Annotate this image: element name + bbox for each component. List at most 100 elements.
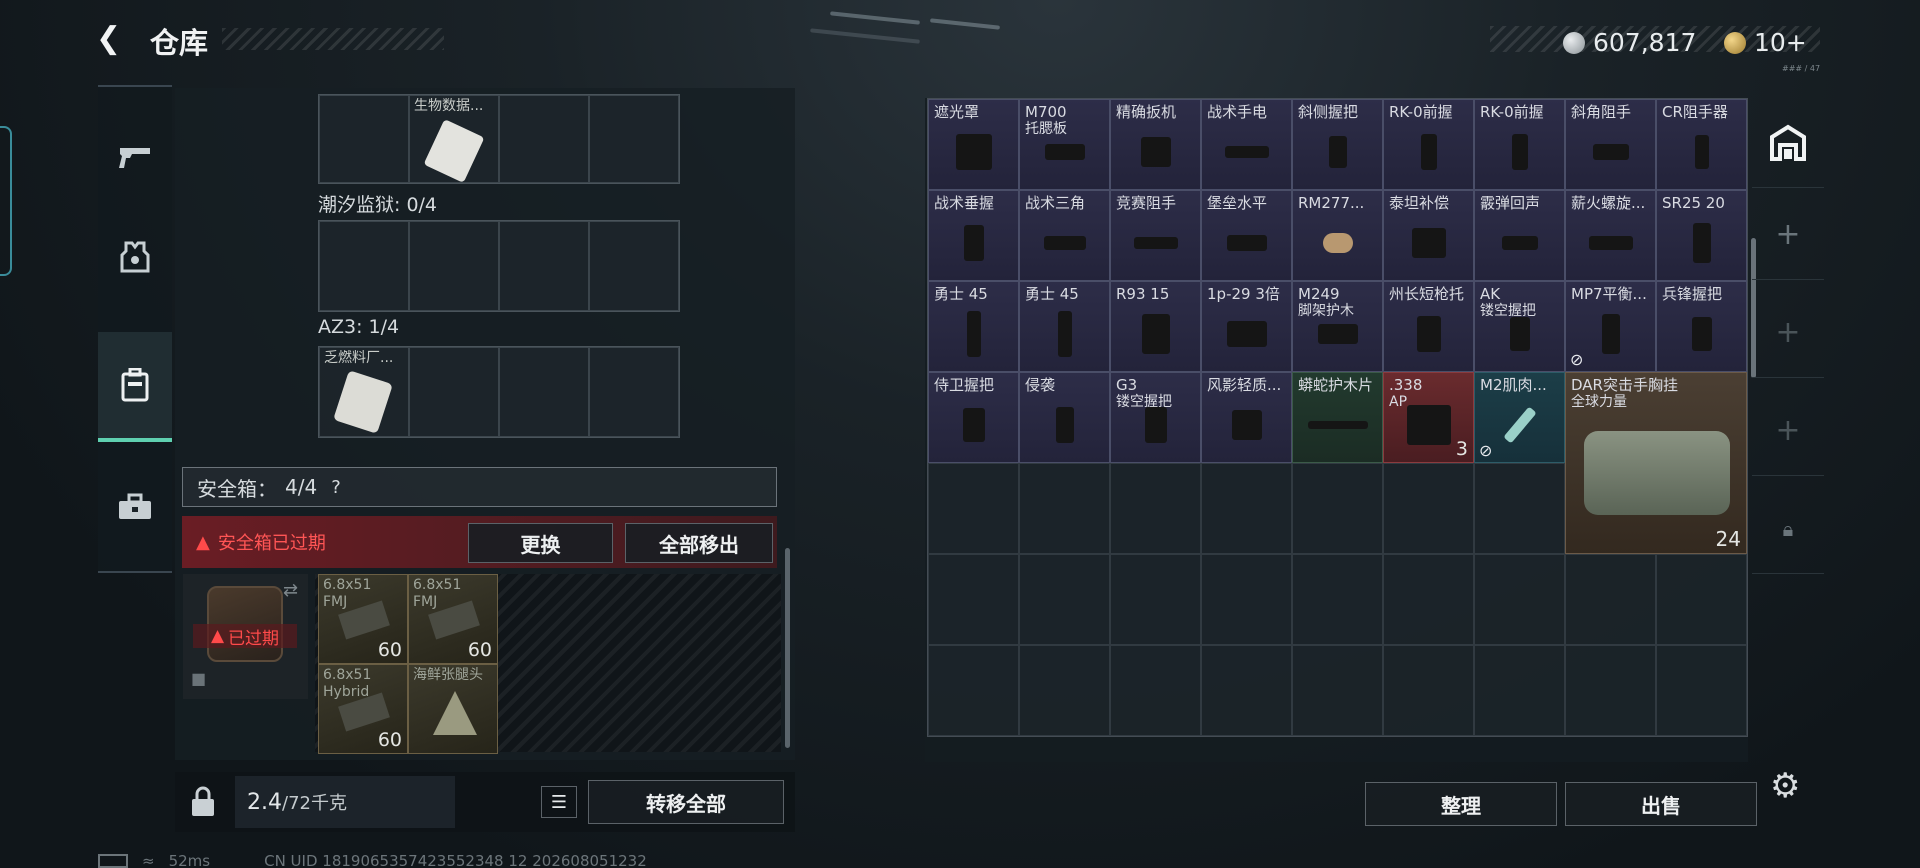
inventory-item[interactable]: AK 镂空握把 [1474, 281, 1565, 372]
inventory-cell[interactable] [1292, 463, 1383, 554]
inventory-item[interactable]: 蟒蛇护木片 [1292, 372, 1383, 463]
transfer-all-button[interactable]: 转移全部 [588, 780, 784, 824]
inventory-cell[interactable] [1019, 645, 1110, 736]
inventory-item[interactable]: 精确扳机 [1110, 99, 1201, 190]
inventory-item[interactable]: RK-0前握 [1383, 99, 1474, 190]
grid-cell[interactable] [589, 347, 679, 437]
nav-container[interactable] [98, 332, 172, 442]
grid-cell[interactable] [499, 221, 589, 311]
grid-cell[interactable] [319, 95, 409, 183]
inventory-cell[interactable] [1383, 645, 1474, 736]
inventory-item[interactable]: 战术三角 [1019, 190, 1110, 281]
grid-cell[interactable] [499, 347, 589, 437]
inventory-item[interactable]: 侍卫握把 [928, 372, 1019, 463]
add-tab-button[interactable]: + [1752, 288, 1824, 378]
inventory-item[interactable]: 霰弹回声 [1474, 190, 1565, 281]
settings-gear-icon[interactable]: ⚙ [1770, 766, 1800, 806]
inventory-cell[interactable] [1201, 463, 1292, 554]
grid-cell[interactable] [319, 221, 409, 311]
fuel-plant-item[interactable]: 乏燃料厂... [319, 347, 409, 437]
inventory-item[interactable]: 勇士 45 [928, 281, 1019, 372]
inventory-item[interactable]: 战术垂握 [928, 190, 1019, 281]
inventory-item[interactable]: 斜侧握把 [1292, 99, 1383, 190]
inventory-item[interactable]: SR25 20 [1656, 190, 1747, 281]
grid-cell[interactable] [409, 221, 499, 311]
inventory-cell[interactable] [1110, 645, 1201, 736]
swap-icon[interactable]: ⇄ [283, 580, 298, 601]
inventory-cell[interactable] [1474, 463, 1565, 554]
inventory-item[interactable]: 斜角阻手 [1565, 99, 1656, 190]
inventory-cell[interactable] [1383, 463, 1474, 554]
inventory-item[interactable]: 堡垒水平 [1201, 190, 1292, 281]
inventory-item[interactable]: M2肌肉... ⊘ [1474, 372, 1565, 463]
inventory-cell[interactable] [1656, 645, 1747, 736]
add-tab-button[interactable]: + [1752, 386, 1824, 476]
inventory-cell[interactable] [1110, 463, 1201, 554]
inventory-item[interactable]: 遮光罩 [928, 99, 1019, 190]
ammo-item[interactable]: 6.8x51 FMJ 60 [318, 574, 408, 664]
locked-tab[interactable]: 🔒︎ [1752, 484, 1824, 574]
inventory-item[interactable]: 竞赛阻手 [1110, 190, 1201, 281]
edge-tab[interactable] [0, 126, 12, 276]
inventory-cell[interactable] [1201, 554, 1292, 645]
inventory-cell[interactable] [928, 645, 1019, 736]
back-arrow-icon[interactable]: ❮ [96, 22, 130, 56]
ammo-item[interactable]: 6.8x51 Hybrid 60 [318, 664, 408, 754]
inventory-cell[interactable] [928, 463, 1019, 554]
weight-lock-icon[interactable] [189, 786, 217, 825]
inventory-cell[interactable] [928, 554, 1019, 645]
grid-cell[interactable] [409, 347, 499, 437]
grid-cell[interactable] [499, 95, 589, 183]
help-icon[interactable]: ? [331, 477, 341, 498]
inventory-cell[interactable] [1110, 554, 1201, 645]
inventory-cell[interactable] [1656, 554, 1747, 645]
grid-cell[interactable] [589, 95, 679, 183]
inventory-cell[interactable] [1292, 645, 1383, 736]
sell-button[interactable]: 出售 [1565, 782, 1757, 826]
inventory-item[interactable]: 侵袭 [1019, 372, 1110, 463]
sort-button[interactable]: 整理 [1365, 782, 1557, 826]
nav-gear[interactable] [98, 207, 172, 307]
inventory-item[interactable]: 勇士 45 [1019, 281, 1110, 372]
inventory-cell[interactable] [1565, 554, 1656, 645]
add-tab-button[interactable]: + [1752, 190, 1824, 280]
inventory-cell[interactable] [1201, 645, 1292, 736]
inventory-item[interactable]: 战术手电 [1201, 99, 1292, 190]
biodata-item[interactable]: 生物数据... [409, 95, 499, 183]
inventory-cell[interactable] [1292, 554, 1383, 645]
inventory-item[interactable]: .338 AP 3 [1383, 372, 1474, 463]
inventory-item[interactable]: CR阻手器 [1656, 99, 1747, 190]
inventory-item[interactable]: 风影轻质... [1201, 372, 1292, 463]
replace-button[interactable]: 更换 [468, 523, 613, 563]
inventory-item[interactable]: RK-0前握 [1474, 99, 1565, 190]
move-all-out-button[interactable]: 全部移出 [625, 523, 773, 563]
inventory-item[interactable]: M700 托腮板 [1019, 99, 1110, 190]
grid-cell[interactable] [589, 221, 679, 311]
premium-currency[interactable]: 10+ [1724, 28, 1807, 57]
inventory-cell[interactable] [1474, 554, 1565, 645]
list-icon[interactable]: ☰ [541, 786, 577, 818]
inventory-item[interactable]: R93 15 [1110, 281, 1201, 372]
inventory-item[interactable]: 州长短枪托 [1383, 281, 1474, 372]
loot-item[interactable]: 海鲜张腿头 [408, 664, 498, 754]
storage-tab-main[interactable] [1752, 98, 1824, 188]
inventory-item[interactable]: G3 镂空握把 [1110, 372, 1201, 463]
inventory-cell[interactable] [1383, 554, 1474, 645]
nav-toolbox[interactable] [98, 457, 172, 557]
inventory-item[interactable]: RM277... [1292, 190, 1383, 281]
inventory-item[interactable]: MP7平衡... ⊘ [1565, 281, 1656, 372]
inventory-item[interactable]: M249 脚架护木 [1292, 281, 1383, 372]
inventory-item[interactable]: 兵锋握把 [1656, 281, 1747, 372]
inventory-cell[interactable] [1565, 645, 1656, 736]
inventory-cell[interactable] [1019, 554, 1110, 645]
nav-weapons[interactable] [98, 107, 172, 207]
ammo-item[interactable]: 6.8x51 FMJ 60 [408, 574, 498, 664]
safebox-slot[interactable]: ⇄ ▲ 已过期 ■ [183, 574, 308, 699]
inventory-item[interactable]: 薪火螺旋... [1565, 190, 1656, 281]
tactical-bag-item[interactable]: DAR突击手胸挂 全球力量 24 [1565, 372, 1747, 554]
left-scrollbar[interactable] [785, 548, 790, 748]
inventory-item[interactable]: 1p-29 3倍 [1201, 281, 1292, 372]
inventory-cell[interactable] [1474, 645, 1565, 736]
inventory-item[interactable]: 泰坦补偿 [1383, 190, 1474, 281]
inventory-cell[interactable] [1019, 463, 1110, 554]
